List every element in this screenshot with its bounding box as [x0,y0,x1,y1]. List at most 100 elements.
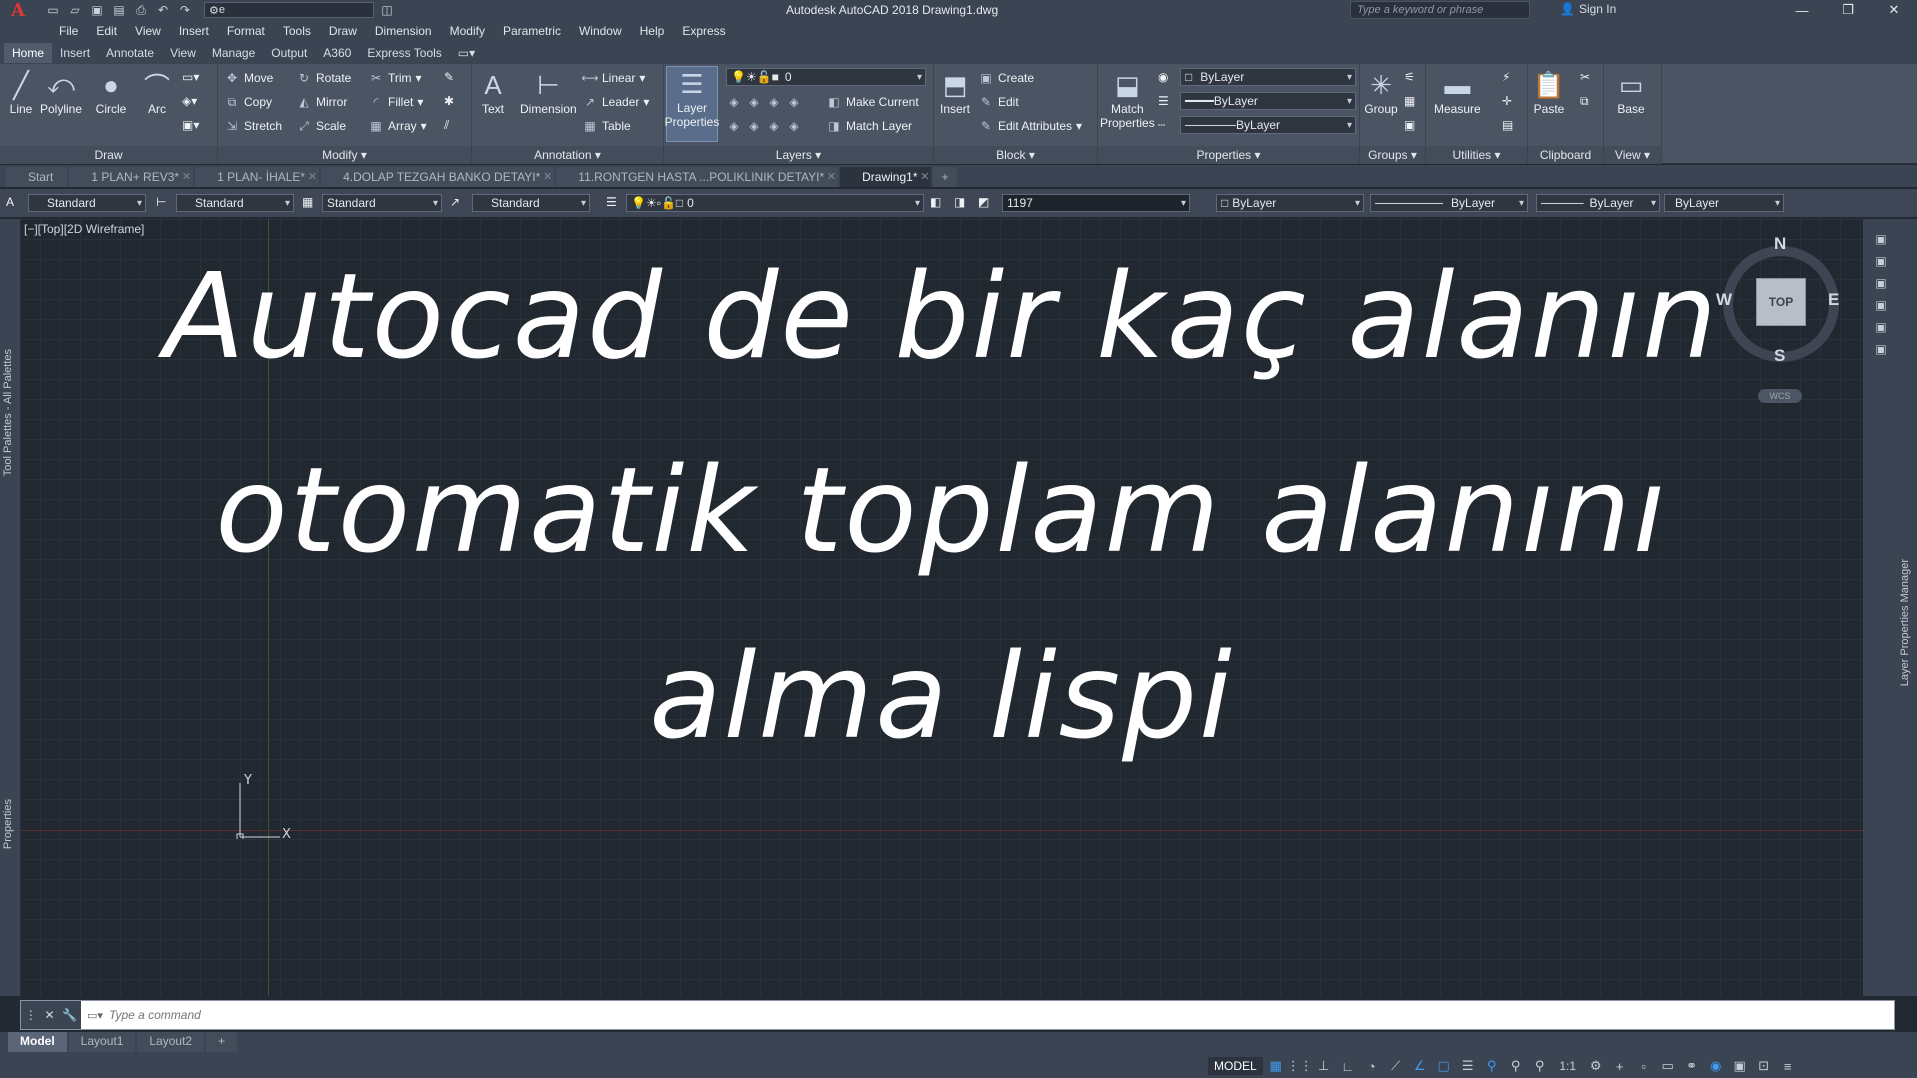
mirror-button[interactable]: ◭ Mirror [296,94,347,110]
navbar-options-icon[interactable]: ▣ [1872,340,1890,358]
copy-button[interactable]: ⧉ Copy [224,94,272,110]
object-snap-tracking-icon[interactable]: ∠ [1409,1056,1431,1076]
lineweight-dropdown[interactable]: ━━━━ ByLayer [1180,92,1356,110]
grid-icon[interactable]: ▦ [1265,1056,1287,1076]
close-tab-icon[interactable]: ✕ [543,170,552,183]
group-select-icon[interactable]: ▣ [1404,118,1415,132]
menu-draw[interactable]: Draw [320,24,366,38]
menu-window[interactable]: Window [570,24,631,38]
tab-layout2[interactable]: Layout2 [137,1032,205,1052]
workspace-switch-icon[interactable]: ⚙ [1585,1056,1607,1076]
cut-icon[interactable]: ✂ [1580,70,1590,84]
navbar-showmotion-icon[interactable]: ▣ [1872,318,1890,336]
close-command-line-icon[interactable]: ✕ [44,1008,54,1022]
polar-icon[interactable]: ◔ [1361,1056,1383,1076]
menu-dimension[interactable]: Dimension [366,24,441,38]
annotation-scale-value[interactable]: 1:1 [1553,1056,1583,1076]
customize-icon[interactable]: 🔧 [62,1008,77,1022]
model-space-toggle[interactable]: MODEL [1208,1057,1263,1075]
dim-style-dropdown[interactable]: Standard [176,194,294,212]
region-icon[interactable]: ▣▾ [182,118,199,132]
layer-toolbar-dropdown[interactable]: 💡☀▫🔓□ 0 [626,194,924,212]
tab-model[interactable]: Model [8,1032,67,1052]
make-current-button[interactable]: ◧ Make Current [826,94,918,110]
tab-layout1[interactable]: Layout1 [68,1032,136,1052]
circle-button[interactable]: ● Circle [94,68,128,117]
file-tab-drawing1[interactable]: Drawing1* ✕ [840,167,932,187]
layer-tools-row-1[interactable]: ◈ ◈ ◈ ◈ [726,94,802,110]
plus-icon[interactable]: + [1609,1056,1631,1076]
tab-express-tools[interactable]: Express Tools [359,43,449,63]
menu-edit[interactable]: Edit [87,24,126,38]
scale-button[interactable]: ⤢ Scale [296,118,346,134]
match-layer-button[interactable]: ◨ Match Layer [826,118,912,134]
offset-icon[interactable]: ⫽ [444,118,449,133]
clipboard-panel-title[interactable]: Clipboard [1528,146,1603,164]
layer-states-icon[interactable]: ☰ [606,195,617,209]
close-tab-icon[interactable]: ✕ [182,170,191,183]
tab-insert[interactable]: Insert [52,43,98,63]
object-snap-icon[interactable]: ▢ [1433,1056,1455,1076]
layer-properties-button[interactable]: ☰ Layer Properties [665,66,719,142]
navbar-full-wheel-icon[interactable]: ▣ [1872,230,1890,248]
explode-icon[interactable]: ✱ [444,94,454,108]
navbar-zoom-icon[interactable]: ▣ [1872,274,1890,292]
autocad-logo-icon[interactable]: A [0,0,36,21]
ribbon-options-icon[interactable]: ▭▾ [450,43,483,63]
sign-in-button[interactable]: 👤 Sign In [1560,2,1616,16]
search-input[interactable]: Type a keyword or phrase [1350,1,1530,19]
measure-button[interactable]: ▬ Measure [1434,68,1481,117]
file-tab-dolap[interactable]: 4.DOLAP TEZGAH BANKO DETAYI* ✕ [321,167,555,187]
save-icon[interactable]: ▣ [88,2,106,18]
view-panel-title[interactable]: View ▾ [1604,146,1661,164]
lineweight-toggle-icon[interactable]: ☰ [1457,1056,1479,1076]
drawing-canvas[interactable]: [−][Top][2D Wireframe] Autocad de bir ka… [20,219,1863,996]
annotation-panel-title[interactable]: Annotation ▾ [472,146,663,164]
close-tab-icon[interactable]: ✕ [308,170,317,183]
menu-parametric[interactable]: Parametric [494,24,570,38]
linetype-dropdown[interactable]: ────── ByLayer [1180,116,1356,134]
navbar-pan-icon[interactable]: ▣ [1872,252,1890,270]
clean-screen-icon[interactable]: ▣ [1729,1056,1751,1076]
file-tab-plan-rev3[interactable]: 1 PLAN+ REV3* ✕ [69,167,194,187]
text-button[interactable]: A Text [476,68,510,117]
compass-east[interactable]: E [1828,290,1839,310]
fullscreen-icon[interactable]: ⊡ [1753,1056,1775,1076]
groups-panel-title[interactable]: Groups ▾ [1360,146,1425,164]
share-icon[interactable]: ◫ [378,2,396,18]
layer-iso-icon[interactable]: ◨ [954,195,965,209]
redo-icon[interactable]: ↷ [176,2,194,18]
group-edit-icon[interactable]: ▦ [1404,94,1415,108]
recent-commands-icon[interactable]: ▭▾ [81,1009,109,1022]
ortho-icon[interactable]: ∟ [1337,1056,1359,1076]
tab-output[interactable]: Output [263,43,315,63]
rectangle-icon[interactable]: ▭▾ [182,70,199,84]
mleader-style-dropdown[interactable]: Standard [472,194,590,212]
insert-block-button[interactable]: ⬒ Insert [938,68,972,117]
create-block-button[interactable]: ▣ Create [978,70,1034,86]
quick-select-icon[interactable]: ⚡ [1502,70,1510,84]
rotate-button[interactable]: ↻ Rotate [296,70,351,86]
minimize-icon[interactable]: — [1779,0,1825,20]
color-toolbar-dropdown[interactable]: □ ByLayer [1216,194,1364,212]
menu-express[interactable]: Express [673,24,734,38]
tab-view[interactable]: View [162,43,204,63]
group-button[interactable]: ✳ Group [1364,68,1398,117]
undo-icon[interactable]: ↶ [154,2,172,18]
file-tab-start[interactable]: Start [6,167,68,187]
color-dropdown[interactable]: □ ByLayer [1180,68,1356,86]
new-file-icon[interactable]: ▭ [44,2,62,18]
compass-west[interactable]: W [1716,290,1732,310]
layer-match-icon[interactable]: ◩ [978,195,989,209]
menu-file[interactable]: File [50,24,87,38]
polyline-button[interactable]: ⤺ Polyline [40,68,82,116]
line-button[interactable]: ╱ Line [4,68,38,117]
menu-modify[interactable]: Modify [441,24,494,38]
fillet-button[interactable]: ◜ Fillet ▾ [368,94,424,110]
table-style-dropdown[interactable]: Standard [322,194,442,212]
base-button[interactable]: ▭ Base [1614,68,1648,117]
menu-tools[interactable]: Tools [274,24,320,38]
table-button[interactable]: ▦ Table [582,118,630,134]
auto-scale-icon[interactable]: ⚲ [1505,1056,1527,1076]
lineweight-toolbar-dropdown[interactable]: ───── ByLayer [1536,194,1660,212]
